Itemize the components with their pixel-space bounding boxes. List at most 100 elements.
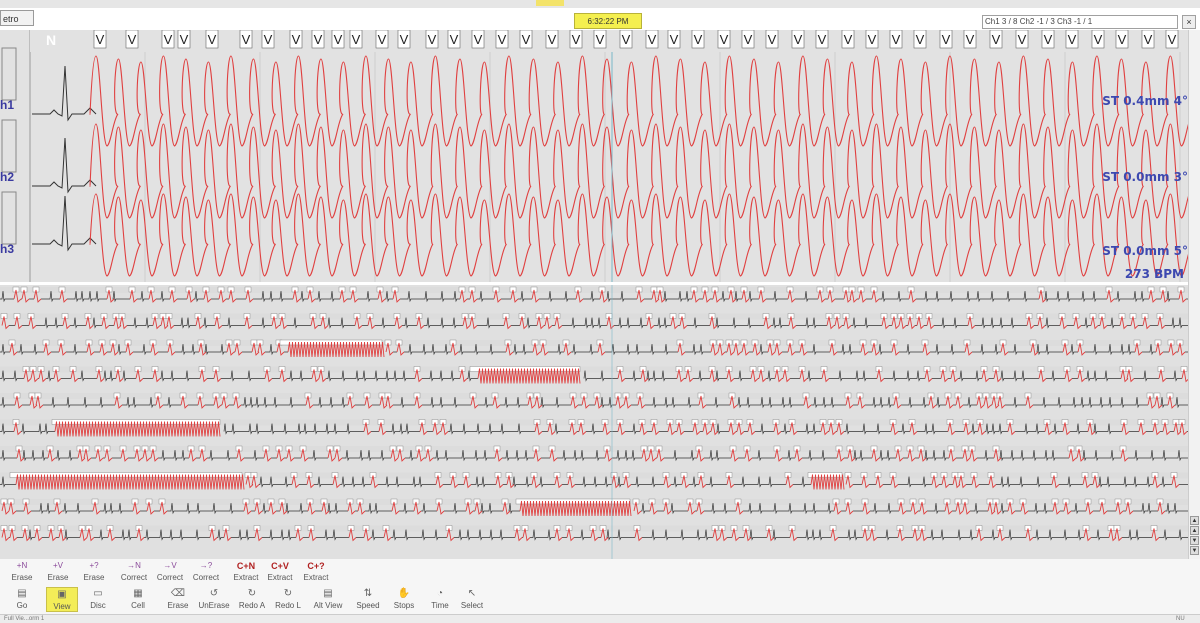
edit-button-5[interactable]: →? Correct: [188, 560, 224, 586]
edit-button-1[interactable]: +V Erase: [40, 560, 76, 586]
v-beat-marker[interactable]: V: [177, 30, 191, 49]
scroll-down-icon[interactable]: ▼: [1190, 536, 1199, 545]
v-beat-marker[interactable]: V: [741, 30, 755, 49]
vertical-scrollbar[interactable]: ▲ ▲ ▼ ▼: [1188, 30, 1200, 559]
v-beat-marker[interactable]: V: [545, 30, 559, 49]
select-icon: ↖: [467, 588, 477, 599]
edit-button-4[interactable]: →V Correct: [152, 560, 188, 586]
toolbar-button-label: Time: [431, 601, 449, 610]
edit-icon: C+V: [271, 561, 289, 571]
disc-button[interactable]: ▭ Disc: [82, 587, 114, 612]
v-beat-marker[interactable]: V: [261, 30, 275, 49]
v-beat-marker[interactable]: V: [841, 30, 855, 49]
v-beat-marker[interactable]: V: [289, 30, 303, 49]
v-beat-marker[interactable]: V: [691, 30, 705, 49]
redo-a-button[interactable]: ↻ Redo A: [236, 587, 268, 612]
redo-a-icon: ↻: [247, 588, 257, 599]
v-beat-marker[interactable]: V: [1041, 30, 1055, 49]
svg-text:V: V: [264, 32, 273, 47]
v-beat-marker[interactable]: V: [447, 30, 461, 49]
v-beat-marker[interactable]: V: [375, 30, 389, 49]
edit-button-0[interactable]: +N Erase: [4, 560, 40, 586]
edit-button-3[interactable]: →N Correct: [116, 560, 152, 586]
full-disclosure-upper-view[interactable]: VVVVVVVVVVVVVVVVVVVVVVVVVVVVVVVVVVVVVVVV…: [0, 30, 1188, 282]
scroll-bottom-icon[interactable]: ▼: [1190, 546, 1199, 555]
v-beat-marker[interactable]: V: [205, 30, 219, 49]
edit-button-8[interactable]: C+? Extract: [298, 560, 334, 586]
time-button[interactable]: ◔ Time: [424, 587, 456, 612]
unerase-button[interactable]: ↺ UnErase: [198, 587, 230, 612]
scroll-top-icon[interactable]: ▲: [1190, 516, 1199, 525]
v-beat-marker[interactable]: V: [331, 30, 345, 49]
redo-l-button[interactable]: ↻ Redo L: [272, 587, 304, 612]
v-beat-marker[interactable]: V: [1141, 30, 1155, 49]
v-beat-marker[interactable]: V: [963, 30, 977, 49]
v-beat-marker[interactable]: V: [815, 30, 829, 49]
svg-text:V: V: [892, 32, 901, 47]
select-button[interactable]: ↖ Select: [456, 587, 488, 612]
v-beat-marker[interactable]: V: [645, 30, 659, 49]
v-beat-marker[interactable]: V: [989, 30, 1003, 49]
scroll-up-icon[interactable]: ▲: [1190, 526, 1199, 535]
v-beat-marker[interactable]: V: [765, 30, 779, 49]
v-beat-marker[interactable]: V: [1091, 30, 1105, 49]
v-beat-marker[interactable]: V: [125, 30, 139, 49]
speed-button[interactable]: ⇅ Speed: [352, 587, 384, 612]
v-beat-marker[interactable]: V: [161, 30, 175, 49]
edit-icon: +V: [52, 561, 63, 570]
edit-icon: C+N: [236, 561, 256, 571]
edit-icon: →N: [127, 561, 141, 570]
svg-text:V: V: [916, 32, 925, 47]
full-disclosure-strips[interactable]: [0, 285, 1188, 559]
toolbar-button-label: Stops: [393, 601, 415, 610]
v-beat-marker[interactable]: V: [667, 30, 681, 49]
v-beat-marker[interactable]: V: [593, 30, 607, 49]
v-beat-marker[interactable]: V: [569, 30, 583, 49]
v-beat-marker[interactable]: V: [913, 30, 927, 49]
cell-button[interactable]: ▦ Cell: [122, 587, 154, 612]
edit-button-7[interactable]: C+V Extract: [262, 560, 298, 586]
v-beat-marker[interactable]: V: [519, 30, 533, 49]
menu-highlight[interactable]: [536, 0, 564, 6]
view-button[interactable]: ▣ View: [46, 587, 78, 612]
v-beat-marker[interactable]: V: [239, 30, 253, 49]
strip-marker-band: [0, 313, 1188, 320]
v-beat-marker[interactable]: V: [865, 30, 879, 49]
speed-icon: ⇅: [363, 588, 373, 599]
stops-button[interactable]: ✋ Stops: [388, 587, 420, 612]
st-channel-3: ST 0.0mm 5°: [1102, 244, 1188, 258]
edit-button-label: Correct: [120, 573, 148, 582]
edit-button-6[interactable]: C+N Extract: [228, 560, 264, 586]
toolbar-button-label: UnErase: [198, 601, 230, 610]
stops-icon: ✋: [397, 588, 411, 599]
v-beat-marker[interactable]: V: [1015, 30, 1029, 49]
v-beat-marker[interactable]: V: [619, 30, 633, 49]
erase-icon: ⌫: [170, 588, 186, 599]
v-beat-marker[interactable]: V: [311, 30, 325, 49]
v-beat-marker[interactable]: V: [1065, 30, 1079, 49]
close-button[interactable]: ×: [1182, 15, 1196, 29]
v-beat-marker[interactable]: V: [889, 30, 903, 49]
v-beat-marker[interactable]: V: [349, 30, 363, 49]
channel-1-label: h1: [0, 98, 15, 112]
svg-text:V: V: [648, 32, 657, 47]
v-beat-marker[interactable]: V: [495, 30, 509, 49]
edit-button-2[interactable]: +? Erase: [76, 560, 112, 586]
v-beat-marker[interactable]: V: [1165, 30, 1179, 49]
svg-text:V: V: [96, 32, 105, 47]
v-beat-marker[interactable]: V: [1115, 30, 1129, 49]
svg-text:V: V: [744, 32, 753, 47]
v-beat-marker[interactable]: V: [939, 30, 953, 49]
v-beat-marker[interactable]: V: [397, 30, 411, 49]
v-beat-marker[interactable]: V: [471, 30, 485, 49]
v-beat-marker[interactable]: V: [791, 30, 805, 49]
v-beat-marker[interactable]: V: [425, 30, 439, 49]
v-beat-marker[interactable]: V: [93, 30, 107, 49]
channel-2-label: h2: [0, 170, 15, 184]
retro-tab[interactable]: etro: [0, 10, 34, 26]
v-beat-marker[interactable]: V: [717, 30, 731, 49]
erase-button[interactable]: ⌫ Erase: [162, 587, 194, 612]
go-button[interactable]: ▤ Go: [6, 587, 38, 612]
alt-view-button[interactable]: ▤ Alt View: [312, 587, 344, 612]
vt-trace: [89, 193, 1188, 277]
